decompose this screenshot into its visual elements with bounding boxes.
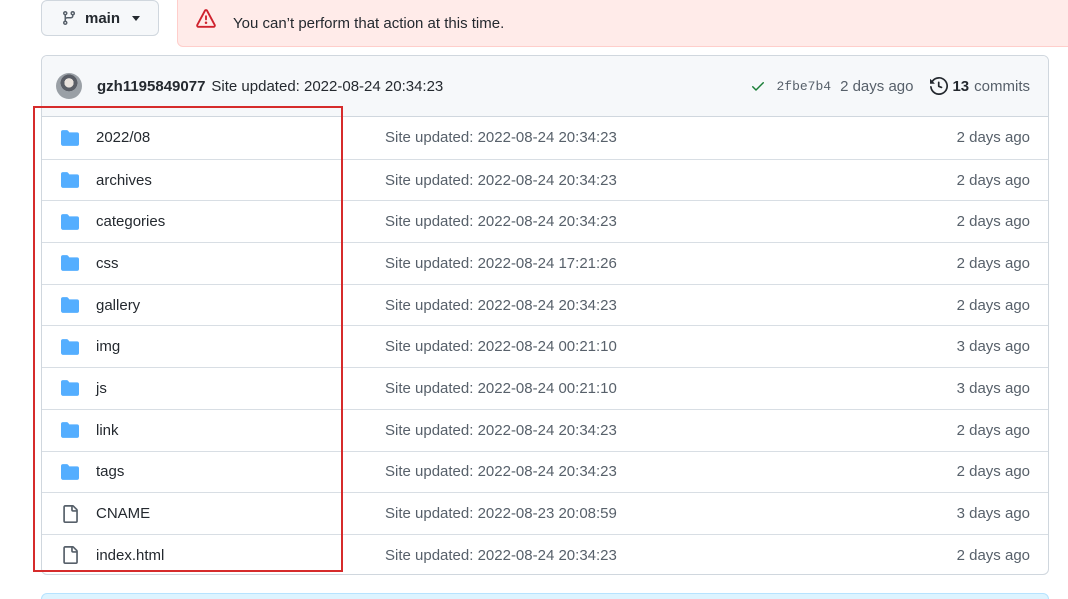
file-name-link[interactable]: js — [96, 380, 107, 397]
avatar[interactable] — [56, 73, 82, 99]
commit-age: 2 days ago — [956, 546, 1030, 564]
folder-icon — [60, 171, 80, 189]
commit-sha-link[interactable]: 2fbe7b4 — [776, 79, 831, 94]
readme-box — [41, 593, 1049, 599]
commit-message-link[interactable]: Site updated: 2022-08-24 20:34:23 — [385, 422, 617, 439]
alert-icon — [196, 9, 216, 28]
commit-age: 2 days ago — [956, 296, 1030, 314]
file-name-link[interactable]: categories — [96, 213, 165, 230]
commit-age: 3 days ago — [956, 379, 1030, 397]
commit-message-link[interactable]: Site updated: 2022-08-24 20:34:23 — [385, 129, 617, 146]
branch-label: main — [85, 9, 121, 27]
folder-icon — [60, 338, 80, 356]
folder-icon — [60, 213, 80, 231]
commit-message-link[interactable]: Site updated: 2022-08-24 20:34:23 — [385, 213, 617, 230]
file-row[interactable]: CNAME Site updated: 2022-08-23 20:08:59 3 … — [42, 492, 1048, 534]
commit-message-link[interactable]: Site updated: 2022-08-24 17:21:26 — [385, 255, 617, 272]
commit-age: 2 days ago — [956, 254, 1030, 272]
commit-message-link[interactable]: Site updated: 2022-08-24 20:34:23 — [385, 463, 617, 480]
commit-age: 3 days ago — [956, 505, 1030, 523]
commit-message-link[interactable]: Site updated: 2022-08-23 20:08:59 — [385, 505, 617, 522]
commit-message-link[interactable]: Site updated: 2022-08-24 00:21:10 — [385, 338, 617, 355]
git-branch-icon — [62, 11, 75, 26]
file-name-link[interactable]: 2022/08 — [96, 129, 150, 146]
commit-message-link[interactable]: Site updated: 2022-08-24 20:34:23 — [385, 547, 617, 564]
folder-icon — [60, 254, 80, 272]
file-name-link[interactable]: CNAME — [96, 505, 150, 522]
folder-icon — [60, 296, 80, 314]
folder-icon — [60, 379, 80, 397]
commit-age: 3 days ago — [956, 338, 1030, 356]
commit-message-link[interactable]: Site updated: 2022-08-24 20:34:23 — [385, 172, 617, 189]
history-icon — [930, 77, 949, 95]
file-icon — [60, 546, 80, 565]
commit-message-link[interactable]: Site updated: 2022-08-24 00:21:10 — [385, 380, 617, 397]
file-name-link[interactable]: archives — [96, 172, 152, 189]
folder-icon — [60, 129, 80, 147]
file-name-link[interactable]: gallery — [96, 297, 140, 314]
folder-icon — [60, 421, 80, 439]
file-row[interactable]: categories Site updated: 2022-08-24 20:34… — [42, 200, 1048, 242]
commit-message-link[interactable]: Site updated: 2022-08-24 20:34:23 — [211, 78, 443, 95]
flash-message: You can’t perform that action at this ti… — [233, 15, 505, 32]
file-name-link[interactable]: link — [96, 422, 119, 439]
branch-select-button[interactable]: main — [41, 0, 159, 36]
commit-age: 2 days ago — [956, 213, 1030, 231]
flash-error: You can’t perform that action at this ti… — [177, 0, 1068, 47]
file-name-link[interactable]: tags — [96, 463, 124, 480]
file-row[interactable]: js Site updated: 2022-08-24 00:21:10 3 day… — [42, 367, 1048, 409]
commit-age: 2 days ago — [956, 129, 1030, 147]
commits-count[interactable]: 13 — [952, 78, 969, 95]
file-name-link[interactable]: css — [96, 255, 119, 272]
commit-message-link[interactable]: Site updated: 2022-08-24 20:34:23 — [385, 297, 617, 314]
commit-age: 2 days ago — [840, 77, 914, 95]
file-row[interactable]: 2022/08 Site updated: 2022-08-24 20:34:23… — [42, 117, 1048, 159]
file-row[interactable]: tags Site updated: 2022-08-24 20:34:23 2 d… — [42, 450, 1048, 493]
folder-icon — [60, 463, 80, 481]
file-row[interactable]: img Site updated: 2022-08-24 00:21:10 3 da… — [42, 325, 1048, 367]
commit-age: 2 days ago — [956, 421, 1030, 439]
file-row[interactable]: index.html Site updated: 2022-08-24 20:34… — [42, 533, 1048, 574]
file-list: 2022/08 Site updated: 2022-08-24 20:34:23… — [42, 117, 1048, 574]
commit-age: 2 days ago — [956, 171, 1030, 189]
commits-label[interactable]: commits — [974, 78, 1030, 95]
file-row[interactable]: gallery Site updated: 2022-08-24 20:34:23… — [42, 283, 1048, 326]
check-icon[interactable] — [750, 78, 766, 94]
file-name-link[interactable]: index.html — [96, 547, 164, 564]
file-name-link[interactable]: img — [96, 338, 120, 355]
commit-author-link[interactable]: gzh1195849077 — [97, 78, 205, 95]
file-table: gzh1195849077 Site updated: 2022-08-24 2… — [41, 55, 1049, 575]
file-row[interactable]: link Site updated: 2022-08-24 20:34:23 2 d… — [42, 408, 1048, 451]
latest-commit-bar: gzh1195849077 Site updated: 2022-08-24 2… — [42, 56, 1048, 117]
file-row[interactable]: archives Site updated: 2022-08-24 20:34:2… — [42, 158, 1048, 201]
file-icon — [60, 504, 80, 523]
chevron-down-icon — [132, 15, 141, 21]
commit-age: 2 days ago — [956, 463, 1030, 481]
file-row[interactable]: css Site updated: 2022-08-24 17:21:26 2 da… — [42, 242, 1048, 284]
